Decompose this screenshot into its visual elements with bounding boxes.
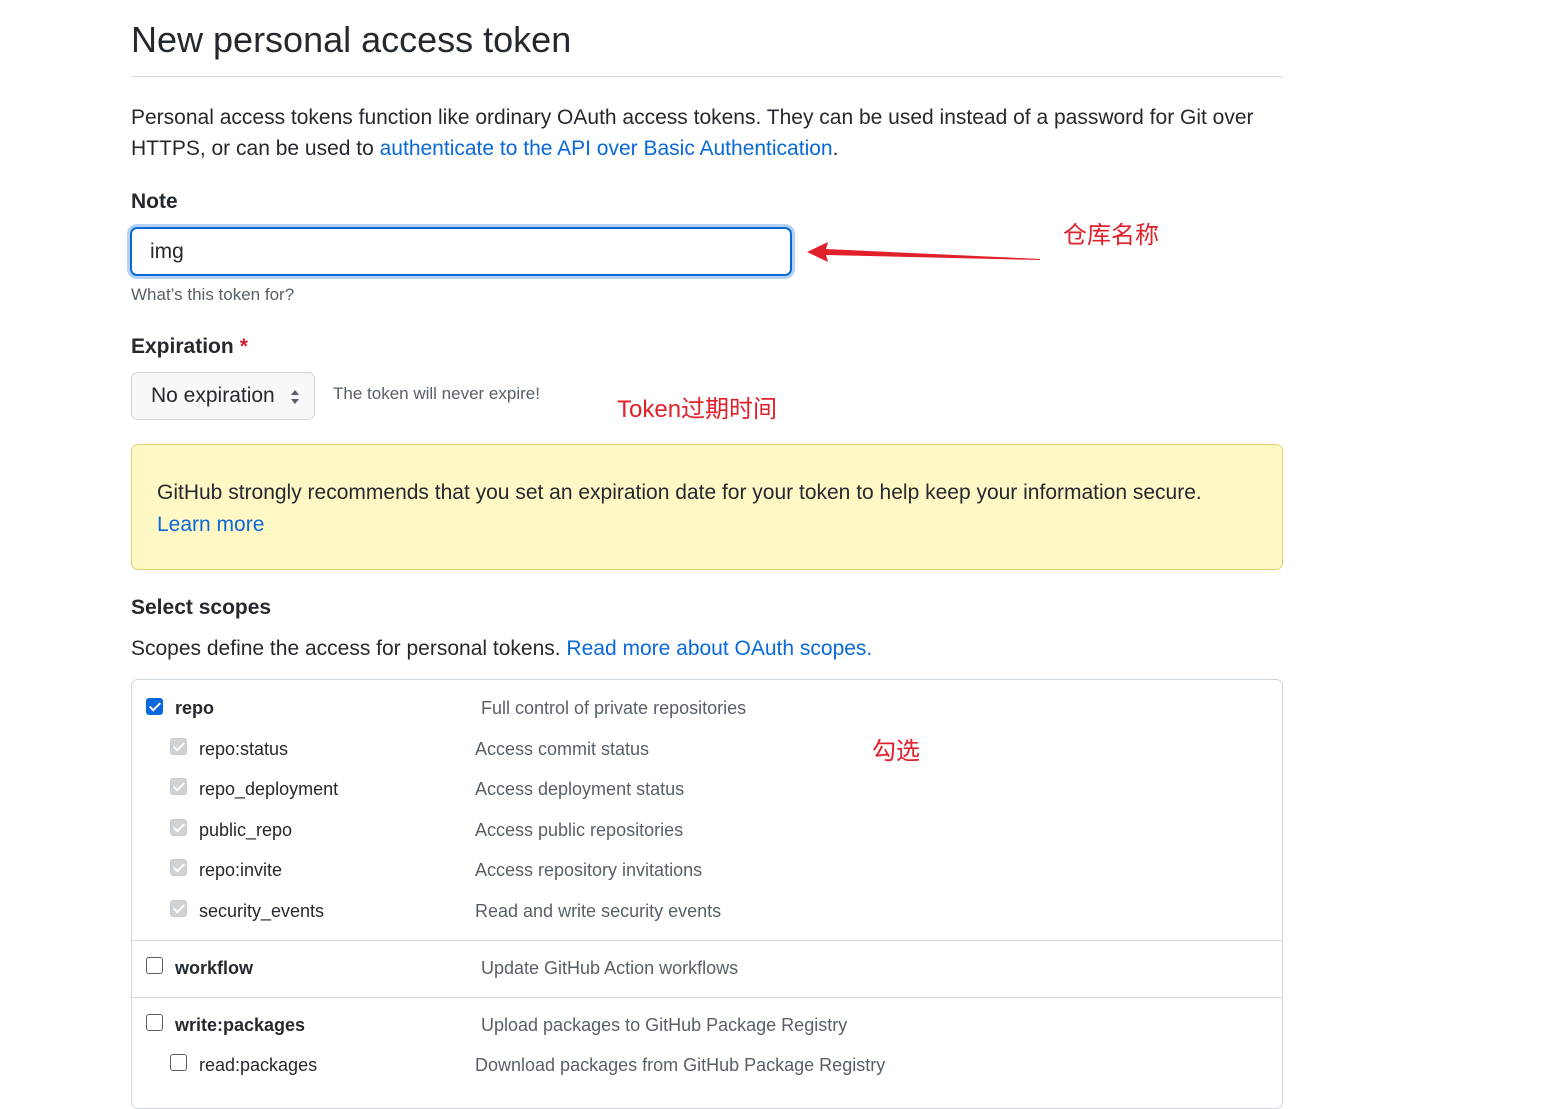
scope-checkbox-security-events[interactable] [170, 900, 187, 917]
scope-description: Download packages from GitHub Package Re… [475, 1055, 886, 1075]
scope-row-repo-deployment: repo_deployment Access deployment status [132, 775, 1282, 805]
scope-description: Full control of private repositories [481, 698, 747, 718]
title-divider [131, 76, 1283, 77]
annotation-check: 勾选 [872, 738, 920, 765]
scope-row-workflow: workflow Update GitHub Action workflows [132, 954, 1282, 984]
intro-text: Personal access tokens function like ord… [131, 102, 1271, 164]
basic-auth-link[interactable]: authenticate to the API over Basic Authe… [380, 137, 833, 160]
scope-name: public_repo [199, 820, 293, 840]
scopes-list: repo Full control of private repositorie… [131, 679, 1283, 1109]
scope-name: read:packages [199, 1055, 318, 1075]
expiration-warning-banner: GitHub strongly recommends that you set … [131, 444, 1283, 570]
scope-checkbox-public-repo[interactable] [170, 819, 187, 836]
scope-checkbox-repo-deployment[interactable] [170, 778, 187, 795]
scope-description: Access repository invitations [475, 860, 703, 880]
note-input[interactable] [130, 227, 792, 276]
scope-description: Read and write security events [475, 901, 722, 921]
scope-name: repo:invite [199, 860, 283, 880]
scope-row-security-events: security_events Read and write security … [132, 897, 1282, 927]
intro-text-after: . [832, 137, 839, 160]
scopes-heading: Select scopes [131, 596, 272, 619]
scope-checkbox-repo[interactable] [146, 698, 163, 715]
scope-group-divider [132, 997, 1282, 998]
scopes-description: Scopes define the access for personal to… [131, 637, 872, 661]
annotation-expiration: Token过期时间 [617, 396, 778, 423]
scope-row-public-repo: public_repo Access public repositories [132, 816, 1282, 846]
expiration-note: The token will never expire! [333, 384, 540, 403]
annotation-arrow-icon [807, 242, 1040, 262]
note-label: Note [131, 190, 178, 213]
scopes-description-text: Scopes define the access for personal to… [131, 637, 567, 660]
scope-description: Access public repositories [475, 820, 684, 840]
page-title: New personal access token [131, 19, 572, 60]
scope-name: write:packages [175, 1015, 306, 1035]
scope-description: Access deployment status [475, 779, 685, 799]
expiration-label-text: Expiration [131, 335, 234, 358]
scope-checkbox-read-packages[interactable] [170, 1054, 187, 1071]
scope-checkbox-repo-invite[interactable] [170, 859, 187, 876]
select-arrows-icon [291, 390, 299, 404]
learn-more-link[interactable]: Learn more [157, 513, 264, 536]
scope-row-repo: repo Full control of private repositorie… [132, 694, 1282, 724]
warning-message: GitHub strongly recommends that you set … [157, 481, 1202, 504]
required-mark: * [239, 335, 248, 358]
scope-group-divider [132, 940, 1282, 941]
scope-name: workflow [175, 958, 254, 978]
scope-row-repo-status: repo:status Access commit status [132, 735, 1282, 765]
scope-name: repo [175, 698, 215, 718]
scope-checkbox-workflow[interactable] [146, 957, 163, 974]
scope-checkbox-repo-status[interactable] [170, 738, 187, 755]
expiration-selected-value: No expiration [151, 384, 275, 407]
oauth-scopes-link[interactable]: Read more about OAuth scopes. [566, 637, 872, 660]
scope-description: Access commit status [475, 739, 650, 759]
scope-row-repo-invite: repo:invite Access repository invitation… [132, 856, 1282, 886]
scope-name: security_events [199, 901, 325, 921]
scope-row-read-packages: read:packages Download packages from Git… [132, 1051, 1282, 1081]
scope-description: Update GitHub Action workflows [481, 958, 739, 978]
scope-description: Upload packages to GitHub Package Regist… [481, 1015, 848, 1035]
annotation-repo-name: 仓库名称 [1063, 222, 1159, 249]
expiration-label: Expiration * [131, 335, 248, 359]
scope-name: repo:status [199, 739, 289, 759]
note-hint: What’s this token for? [131, 285, 295, 304]
scope-row-write-packages: write:packages Upload packages to GitHub… [132, 1011, 1282, 1041]
expiration-select[interactable]: No expiration [131, 372, 315, 420]
scope-checkbox-write-packages[interactable] [146, 1014, 163, 1031]
scope-name: repo_deployment [199, 779, 339, 799]
